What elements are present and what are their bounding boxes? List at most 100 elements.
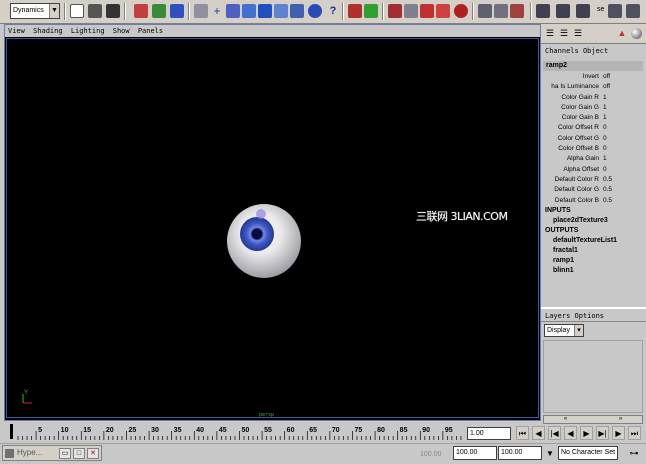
viewport-menu-shading[interactable]: Shading bbox=[33, 27, 63, 35]
auto-key-icon[interactable]: ⊶ bbox=[626, 447, 642, 459]
render-globals-icon[interactable] bbox=[364, 4, 378, 18]
layer-scrollbar[interactable]: « » bbox=[543, 415, 643, 424]
rigid-body-icon[interactable] bbox=[510, 4, 524, 18]
inputs-header[interactable]: INPUTS bbox=[541, 206, 646, 216]
step-forward-icon[interactable]: ▶ bbox=[612, 426, 625, 440]
animation-end-time-field[interactable]: 100.00 bbox=[498, 446, 542, 460]
attribute-row[interactable]: Color Offset B 0 bbox=[543, 144, 643, 154]
attribute-row[interactable]: Invert off bbox=[543, 72, 643, 82]
shelf-editor-icon[interactable] bbox=[626, 4, 640, 18]
outputs-header[interactable]: OUTPUTS bbox=[541, 226, 646, 236]
attribute-row[interactable]: ha Is Luminance off bbox=[543, 82, 643, 92]
tool-settings-icon[interactable]: ▲ bbox=[617, 28, 627, 38]
snap-curve-icon[interactable] bbox=[226, 4, 240, 18]
chevron-down-icon[interactable]: ▼ bbox=[544, 448, 556, 459]
step-forward-key-icon[interactable]: ▶| bbox=[596, 426, 609, 440]
layer-list[interactable] bbox=[543, 340, 643, 413]
mode-select[interactable]: Dynamics ▼ bbox=[10, 3, 60, 19]
go-to-end-icon[interactable]: ⏭ bbox=[628, 426, 641, 440]
output-node[interactable]: defaultTextureList1 bbox=[541, 236, 646, 246]
outliner-icon[interactable] bbox=[536, 4, 550, 18]
output-node[interactable]: ramp1 bbox=[541, 256, 646, 266]
collision-icon[interactable] bbox=[436, 4, 450, 18]
save-scene-icon[interactable] bbox=[106, 4, 120, 18]
step-back-icon[interactable]: ◀ bbox=[532, 426, 545, 440]
channel-box-layout-icon[interactable]: ☰ bbox=[545, 28, 555, 38]
attribute-value[interactable]: 0 bbox=[603, 123, 607, 133]
attribute-row[interactable]: Default Color G 0.5 bbox=[543, 185, 643, 195]
close-icon[interactable]: ✕ bbox=[87, 448, 99, 459]
attribute-value[interactable]: 0 bbox=[603, 134, 607, 144]
play-backward-icon[interactable]: ◀ bbox=[564, 426, 577, 440]
current-frame-field[interactable]: 1.00 bbox=[467, 427, 511, 440]
connect-icon[interactable] bbox=[478, 4, 492, 18]
particle-tool-icon[interactable] bbox=[388, 4, 402, 18]
go-to-start-icon[interactable]: ⏮ bbox=[516, 426, 529, 440]
attribute-row[interactable]: Default Color B 0.5 bbox=[543, 196, 643, 206]
attribute-row[interactable]: Color Offset R 0 bbox=[543, 123, 643, 133]
minimized-window[interactable]: Hype... ▭ □ ✕ bbox=[2, 445, 102, 461]
field-icon[interactable] bbox=[420, 4, 434, 18]
attribute-row[interactable]: Color Gain R 1 bbox=[543, 93, 643, 103]
hypergraph-icon[interactable] bbox=[556, 4, 570, 18]
output-node[interactable]: fractal1 bbox=[541, 246, 646, 256]
time-slider[interactable]: 51015202530354045505560657075808590951 bbox=[4, 423, 464, 441]
output-node[interactable]: blinn1 bbox=[541, 266, 646, 276]
character-set-field[interactable]: No Character Set bbox=[558, 446, 618, 460]
attribute-row[interactable]: Alpha Gain 1 bbox=[543, 154, 643, 164]
channel-box-menu-object[interactable]: Object bbox=[583, 47, 608, 55]
attribute-value[interactable]: 1 bbox=[603, 113, 607, 123]
attribute-editor-icon[interactable] bbox=[576, 4, 590, 18]
history-icon[interactable] bbox=[290, 4, 304, 18]
select-component-icon[interactable] bbox=[170, 4, 184, 18]
snap-grid-icon[interactable]: + bbox=[210, 4, 224, 18]
attribute-value[interactable]: off bbox=[603, 72, 610, 82]
attribute-value[interactable]: 1 bbox=[603, 93, 607, 103]
attribute-value[interactable]: off bbox=[603, 82, 610, 92]
input-node[interactable]: place2dTexture3 bbox=[541, 216, 646, 226]
snap-view-plane-icon[interactable] bbox=[258, 4, 272, 18]
attribute-row[interactable]: Alpha Offset 0 bbox=[543, 165, 643, 175]
viewport-menu-lighting[interactable]: Lighting bbox=[71, 27, 105, 35]
lock-selection-icon[interactable] bbox=[194, 4, 208, 18]
attribute-value[interactable]: 0.5 bbox=[603, 185, 612, 195]
open-scene-icon[interactable] bbox=[88, 4, 102, 18]
attribute-row[interactable]: Color Offset G 0 bbox=[543, 134, 643, 144]
channel-box-menu-channels[interactable]: Channels bbox=[545, 47, 579, 55]
render-view-icon[interactable] bbox=[631, 28, 642, 39]
attribute-value[interactable]: 1 bbox=[603, 103, 607, 113]
layers-menu-layers[interactable]: Layers bbox=[545, 312, 570, 320]
new-scene-icon[interactable] bbox=[70, 4, 84, 18]
time-ruler[interactable]: 51015202530354045505560657075808590951 bbox=[14, 423, 464, 441]
chevron-down-icon[interactable]: ▾ bbox=[574, 325, 583, 336]
animation-end-field[interactable]: 100.00 bbox=[420, 448, 452, 461]
viewport-menu-view[interactable]: View bbox=[8, 27, 25, 35]
scroll-left-icon[interactable]: « bbox=[564, 416, 567, 422]
goal-icon[interactable] bbox=[454, 4, 468, 18]
layer-mode-select[interactable]: Display ▾ bbox=[544, 324, 584, 337]
viewport-menu-show[interactable]: Show bbox=[113, 27, 130, 35]
script-editor-icon[interactable] bbox=[608, 4, 622, 18]
attribute-row[interactable]: Color Gain B 1 bbox=[543, 113, 643, 123]
viewport-menu-panels[interactable]: Panels bbox=[138, 27, 163, 35]
make-live-icon[interactable] bbox=[274, 4, 288, 18]
channel-box-layout2-icon[interactable]: ☰ bbox=[559, 28, 569, 38]
scroll-right-icon[interactable]: » bbox=[619, 416, 622, 422]
attribute-value[interactable]: 0.5 bbox=[603, 196, 612, 206]
viewport-canvas[interactable]: Y persp bbox=[6, 38, 539, 418]
snap-point-icon[interactable] bbox=[242, 4, 256, 18]
select-hierarchy-icon[interactable] bbox=[134, 4, 148, 18]
eyeball-sphere[interactable] bbox=[227, 204, 301, 278]
chevron-down-icon[interactable]: ▼ bbox=[49, 4, 59, 18]
layers-menu-options[interactable]: Options bbox=[575, 312, 605, 320]
attribute-value[interactable]: 1 bbox=[603, 154, 607, 164]
selected-node-name[interactable]: ramp2 bbox=[543, 61, 643, 71]
ipr-render-icon[interactable] bbox=[348, 4, 362, 18]
attribute-value[interactable]: 0 bbox=[603, 144, 607, 154]
attribute-row[interactable]: Default Color R 0.5 bbox=[543, 175, 643, 185]
help-icon[interactable]: ? bbox=[326, 4, 340, 18]
playback-end-field[interactable]: 100.00 bbox=[453, 446, 497, 460]
step-back-key-icon[interactable]: |◀ bbox=[548, 426, 561, 440]
attribute-editor-toggle-icon[interactable]: ☰ bbox=[573, 28, 583, 38]
attribute-row[interactable]: Color Gain G 1 bbox=[543, 103, 643, 113]
